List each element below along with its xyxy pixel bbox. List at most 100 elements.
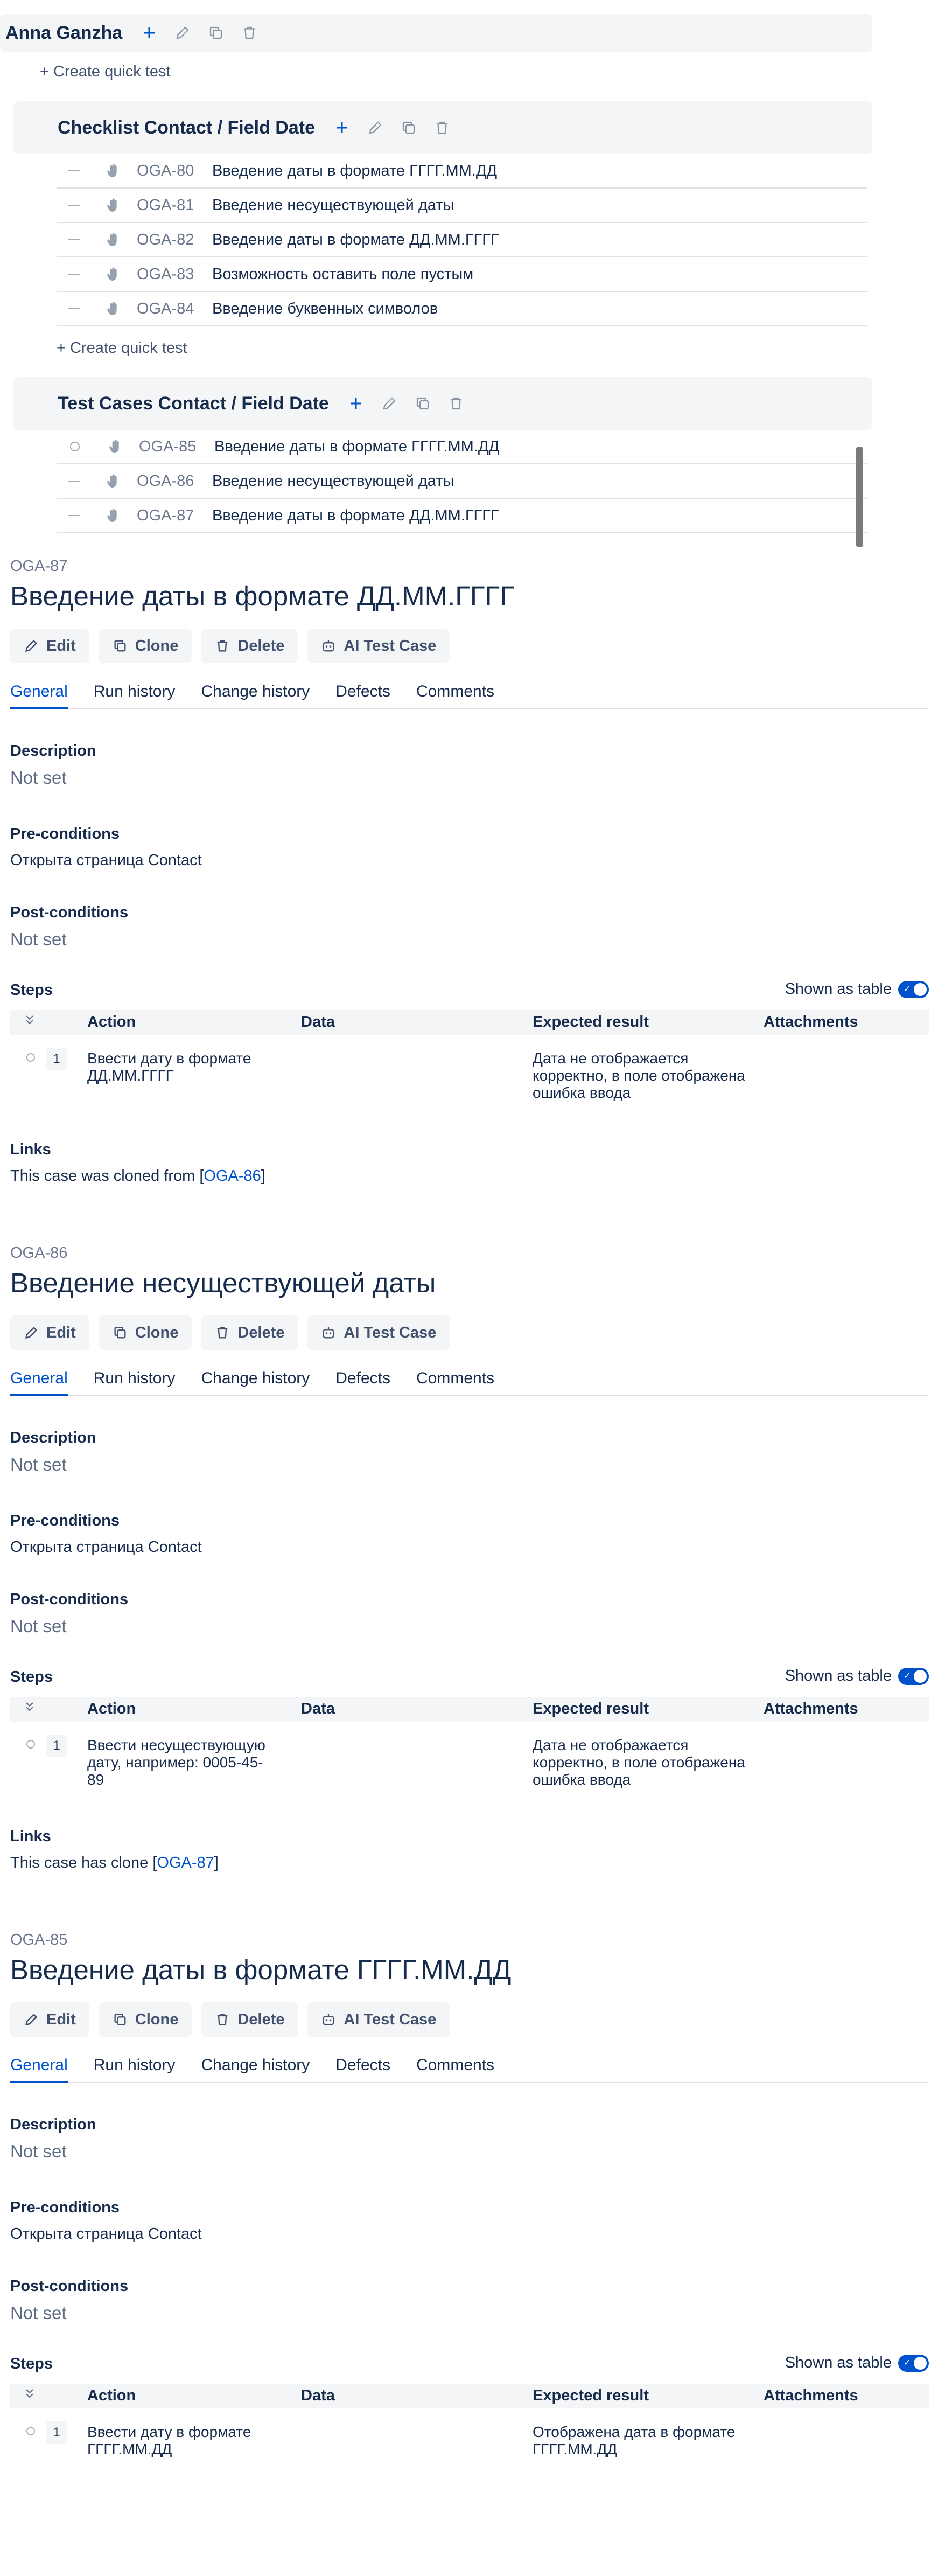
case-toolbar: Edit Clone Delete AI Test Case xyxy=(10,2002,450,2037)
tree-scrollbar[interactable] xyxy=(856,447,863,547)
tab-general[interactable]: General xyxy=(10,2056,68,2083)
edit-button[interactable]: Edit xyxy=(10,2002,89,2037)
case-row[interactable]: OGA-84 Введение буквенных символов xyxy=(57,292,867,326)
tab-run-history[interactable]: Run history xyxy=(94,683,176,709)
copy-icon xyxy=(114,1327,126,1339)
step-row[interactable]: 1 Ввести дату в формате ДД.ММ.ГГГГ Дата … xyxy=(10,1048,929,1107)
tab-defects[interactable]: Defects xyxy=(335,2056,390,2083)
tab-comments[interactable]: Comments xyxy=(416,683,494,709)
preconditions-value: Открыта страница Contact xyxy=(10,852,202,869)
clone-button[interactable]: Clone xyxy=(99,1315,192,1350)
tab-defects[interactable]: Defects xyxy=(335,1369,390,1396)
copy-icon[interactable] xyxy=(414,395,431,412)
status-dash-icon xyxy=(68,239,80,240)
preconditions-label: Pre-conditions xyxy=(10,825,120,843)
tab-general[interactable]: General xyxy=(10,683,68,709)
clone-button[interactable]: Clone xyxy=(99,629,192,663)
linked-case-link[interactable]: OGA-87 xyxy=(157,1854,214,1871)
trash-icon[interactable] xyxy=(447,395,465,412)
col-data: Data xyxy=(301,1013,335,1031)
ai-test-case-button[interactable]: AI Test Case xyxy=(307,629,450,663)
case-row[interactable]: OGA-86 Введение несуществующей даты xyxy=(57,464,867,499)
delete-label: Delete xyxy=(237,1324,285,1341)
copy-icon[interactable] xyxy=(207,24,225,41)
case-key: OGA-85 xyxy=(10,1931,68,1948)
status-dash-icon xyxy=(68,274,80,275)
shown-as-table-toggle[interactable]: Shown as table ✓ xyxy=(785,1667,929,1685)
tab-comments[interactable]: Comments xyxy=(416,2056,494,2083)
preconditions-value: Открыта страница Contact xyxy=(10,2225,202,2243)
toggle-switch[interactable]: ✓ xyxy=(898,2354,929,2372)
preconditions-label: Pre-conditions xyxy=(10,1512,120,1529)
add-icon[interactable] xyxy=(333,119,351,136)
clone-label: Clone xyxy=(135,2010,179,2028)
case-id: OGA-86 xyxy=(137,472,194,490)
delete-button[interactable]: Delete xyxy=(201,1315,298,1350)
case-row[interactable]: OGA-83 Возможность оставить поле пустым xyxy=(57,257,867,292)
add-icon[interactable] xyxy=(141,24,158,41)
add-icon[interactable] xyxy=(347,395,365,412)
robot-icon xyxy=(323,640,334,652)
col-expected: Expected result xyxy=(533,1700,649,1717)
case-row[interactable]: OGA-87 Введение даты в формате ДД.ММ.ГГГГ xyxy=(57,499,867,533)
description-value: Not set xyxy=(10,1454,67,1474)
col-expected: Expected result xyxy=(533,2387,649,2404)
case-row[interactable]: OGA-81 Введение несуществующей даты xyxy=(57,189,867,223)
manual-hand-icon xyxy=(104,231,122,248)
collapse-all-icon[interactable] xyxy=(22,1012,37,1032)
case-row[interactable]: OGA-80 Введение даты в формате ГГГГ.ММ.ДД xyxy=(57,154,867,189)
case-row[interactable]: OGA-82 Введение даты в формате ДД.ММ.ГГГГ xyxy=(57,223,867,257)
links-text: This case has clone [OGA-87] xyxy=(10,1854,219,1872)
trash-icon[interactable] xyxy=(241,24,258,41)
links-label: Links xyxy=(10,1828,51,1845)
ai-test-case-button[interactable]: AI Test Case xyxy=(307,2002,450,2037)
tab-comments[interactable]: Comments xyxy=(416,1369,494,1396)
copy-icon[interactable] xyxy=(400,119,417,136)
tab-change-history[interactable]: Change history xyxy=(201,683,310,709)
edit-icon[interactable] xyxy=(381,395,398,412)
edit-icon[interactable] xyxy=(174,24,191,41)
tab-change-history[interactable]: Change history xyxy=(201,1369,310,1396)
step-row[interactable]: 1 Ввести дату в формате ГГГГ.ММ.ДД Отобр… xyxy=(10,2421,929,2464)
delete-button[interactable]: Delete xyxy=(201,2002,298,2037)
clone-button[interactable]: Clone xyxy=(99,2002,192,2037)
delete-button[interactable]: Delete xyxy=(201,629,298,663)
postconditions-label: Post-conditions xyxy=(10,2278,129,2295)
test-case-detail: OGA-86 Введение несуществующей даты Edit… xyxy=(0,1244,938,1902)
edit-icon[interactable] xyxy=(367,119,384,136)
col-data: Data xyxy=(301,2387,335,2404)
tab-run-history[interactable]: Run history xyxy=(94,2056,176,2083)
collapse-all-icon[interactable] xyxy=(22,2386,37,2405)
collapse-all-icon[interactable] xyxy=(22,1699,37,1718)
steps-label: Steps xyxy=(10,2355,53,2372)
tab-run-history[interactable]: Run history xyxy=(94,1369,176,1396)
step-row[interactable]: 1 Ввести несуществующую дату, например: … xyxy=(10,1735,929,1794)
suite-header-checklist[interactable]: Checklist Contact / Field Date xyxy=(13,101,872,154)
edit-button[interactable]: Edit xyxy=(10,629,89,663)
ai-test-case-button[interactable]: AI Test Case xyxy=(307,1315,450,1350)
status-dash-icon xyxy=(68,170,80,171)
step-expected: Дата не отображается корректно, в поле о… xyxy=(533,1737,745,1788)
trash-icon[interactable] xyxy=(433,119,451,136)
description-value: Not set xyxy=(10,2141,67,2161)
tab-general[interactable]: General xyxy=(10,1369,68,1396)
case-row[interactable]: OGA-85 Введение даты в формате ГГГГ.ММ.ДД xyxy=(57,430,867,464)
toggle-switch[interactable]: ✓ xyxy=(898,980,929,998)
create-quick-test-link[interactable]: + Create quick test xyxy=(57,339,187,357)
suite-header-root[interactable]: Anna Ganzha xyxy=(0,14,872,52)
tab-defects[interactable]: Defects xyxy=(335,683,390,709)
check-icon: ✓ xyxy=(904,1671,911,1681)
shown-as-table-toggle[interactable]: Shown as table ✓ xyxy=(785,980,929,998)
suite-header-test-cases[interactable]: Test Cases Contact / Field Date xyxy=(13,377,872,430)
manual-hand-icon xyxy=(104,266,122,283)
links-prefix: This case was cloned from [ xyxy=(10,1167,204,1185)
shown-as-table-toggle[interactable]: Shown as table ✓ xyxy=(785,2354,929,2372)
toggle-switch[interactable]: ✓ xyxy=(898,1667,929,1685)
edit-button[interactable]: Edit xyxy=(10,1315,89,1350)
tab-change-history[interactable]: Change history xyxy=(201,2056,310,2083)
linked-case-link[interactable]: OGA-86 xyxy=(204,1167,261,1185)
case-title: Введение несуществующей даты xyxy=(212,196,454,214)
suite-title: Checklist Contact / Field Date xyxy=(58,117,315,138)
links-label: Links xyxy=(10,1141,51,1158)
create-quick-test-link[interactable]: + Create quick test xyxy=(40,63,171,81)
